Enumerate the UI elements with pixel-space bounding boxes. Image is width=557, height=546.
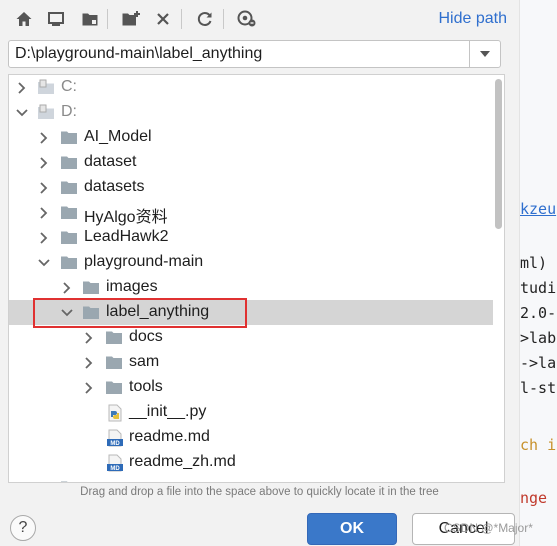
- tree-row-label: datasets: [84, 178, 145, 195]
- tree-row-folder[interactable]: tools: [9, 375, 495, 400]
- tree-row-label: dataset: [84, 153, 137, 170]
- chevron-down-icon[interactable]: [60, 300, 74, 325]
- editor-line: ch i: [520, 436, 557, 454]
- tree-row-label: readme_zh.md: [129, 453, 236, 470]
- folder-icon: [105, 354, 123, 371]
- chevron-right-icon[interactable]: [82, 350, 96, 375]
- chevron-down-icon[interactable]: [15, 100, 29, 125]
- chevron-down-icon[interactable]: [469, 41, 500, 67]
- editor-line: tudi: [520, 279, 557, 297]
- drag-drop-hint: Drag and drop a file into the space abov…: [80, 486, 439, 498]
- markdown-file-icon: MD: [106, 454, 124, 472]
- tree-row-label: __init__.py: [129, 403, 207, 420]
- tree-row-label: docs: [129, 328, 163, 345]
- tree-row-label: C:: [61, 78, 77, 95]
- chevron-right-icon[interactable]: [60, 275, 74, 300]
- tree-row-label: D:: [61, 103, 77, 120]
- help-button[interactable]: ?: [10, 515, 36, 541]
- toolbar: Hide path: [0, 0, 519, 38]
- scrollbar-thumb[interactable]: [495, 79, 502, 229]
- tree-row-file[interactable]: MD readme_zh.md: [9, 450, 495, 475]
- editor-line: ml): [520, 254, 548, 272]
- editor-line: nge: [520, 489, 548, 507]
- path-combobox[interactable]: [8, 40, 501, 68]
- svg-text:MD: MD: [110, 441, 120, 447]
- chevron-down-icon[interactable]: [37, 250, 51, 275]
- tree-row-label: images: [106, 278, 158, 295]
- show-hidden-icon[interactable]: [234, 6, 260, 32]
- svg-text:MD: MD: [110, 466, 120, 472]
- tree-row-folder-selected[interactable]: label_anything: [9, 300, 495, 325]
- tree-row-folder[interactable]: playground-main: [9, 250, 495, 275]
- tree-row-c-drive[interactable]: C:: [9, 75, 495, 100]
- hide-path-link[interactable]: Hide path: [439, 10, 508, 28]
- folder-icon: [105, 379, 123, 396]
- editor-line: ->la: [520, 354, 557, 372]
- home-icon[interactable]: [11, 6, 37, 32]
- tree-row-partial[interactable]: [9, 475, 495, 482]
- markdown-file-icon: MD: [106, 429, 124, 447]
- editor-line: l-st: [520, 379, 557, 397]
- tree-row-label: label_anything: [106, 303, 210, 320]
- tree-row-folder[interactable]: docs: [9, 325, 495, 350]
- tree-row-label: tools: [129, 378, 163, 395]
- delete-icon[interactable]: [150, 6, 176, 32]
- file-tree: C: D: AI_Model dataset datasets HyAlgo资料…: [8, 74, 505, 483]
- chevron-right-icon[interactable]: [37, 225, 51, 250]
- toolbar-separator: [181, 9, 182, 29]
- folder-icon: [60, 154, 78, 171]
- tree-row-label: LeadHawk2: [84, 228, 169, 245]
- folder-icon: [82, 304, 100, 321]
- folder-icon: [60, 229, 78, 246]
- desktop-icon[interactable]: [43, 6, 69, 32]
- folder-icon: [60, 179, 78, 196]
- ok-button[interactable]: OK: [307, 513, 397, 545]
- folder-icon: [60, 479, 78, 482]
- chevron-right-icon[interactable]: [37, 175, 51, 200]
- tree-row-folder[interactable]: images: [9, 275, 495, 300]
- editor-line: >lab: [520, 329, 557, 347]
- tree-row-folder[interactable]: datasets: [9, 175, 495, 200]
- tree-row-label: playground-main: [84, 253, 204, 270]
- tree-row-label: sam: [129, 353, 160, 370]
- chevron-right-icon[interactable]: [15, 75, 29, 100]
- tree-row-folder[interactable]: sam: [9, 350, 495, 375]
- chevron-right-icon[interactable]: [82, 325, 96, 350]
- chevron-right-icon[interactable]: [82, 375, 96, 400]
- refresh-icon[interactable]: [192, 6, 218, 32]
- select-path-dialog: Hide path C: D: AI_Model: [0, 0, 519, 546]
- drive-icon: [37, 79, 55, 96]
- folder-icon: [105, 329, 123, 346]
- background-editor: kzeu ml) tudi 2.0- >lab ->la l-st ch i n…: [519, 0, 557, 546]
- watermark: CSDN @*Major*: [444, 521, 533, 535]
- tree-row-file[interactable]: MD readme.md: [9, 425, 495, 450]
- tree-row-file[interactable]: __init__.py: [9, 400, 495, 425]
- vertical-scrollbar[interactable]: [493, 75, 504, 482]
- tree-row-folder[interactable]: HyAlgo资料: [9, 200, 495, 226]
- toolbar-separator: [223, 9, 224, 29]
- chevron-right-icon[interactable]: [37, 475, 51, 482]
- folder-icon: [82, 279, 100, 296]
- folder-icon: [60, 254, 78, 271]
- new-folder-icon[interactable]: [118, 6, 144, 32]
- chevron-right-icon[interactable]: [37, 150, 51, 175]
- tree-row-label: HyAlgo资料: [84, 209, 168, 226]
- tree-row-label: readme.md: [129, 428, 210, 445]
- tree-row-folder[interactable]: dataset: [9, 150, 495, 175]
- tree-row-folder[interactable]: AI_Model: [9, 125, 495, 150]
- tree-row-label: AI_Model: [84, 128, 152, 145]
- project-folder-icon[interactable]: [77, 6, 103, 32]
- tree-row-folder[interactable]: LeadHawk2: [9, 225, 495, 250]
- path-input[interactable]: [15, 41, 471, 67]
- editor-line: kzeu: [520, 200, 557, 218]
- folder-icon: [60, 129, 78, 146]
- chevron-right-icon[interactable]: [37, 125, 51, 150]
- drive-icon: [37, 104, 55, 121]
- chevron-right-icon[interactable]: [37, 200, 51, 225]
- python-file-icon: [106, 404, 124, 422]
- toolbar-separator: [107, 9, 108, 29]
- folder-icon: [60, 204, 78, 221]
- tree-row-d-drive[interactable]: D:: [9, 100, 495, 125]
- editor-line: 2.0-: [520, 304, 557, 322]
